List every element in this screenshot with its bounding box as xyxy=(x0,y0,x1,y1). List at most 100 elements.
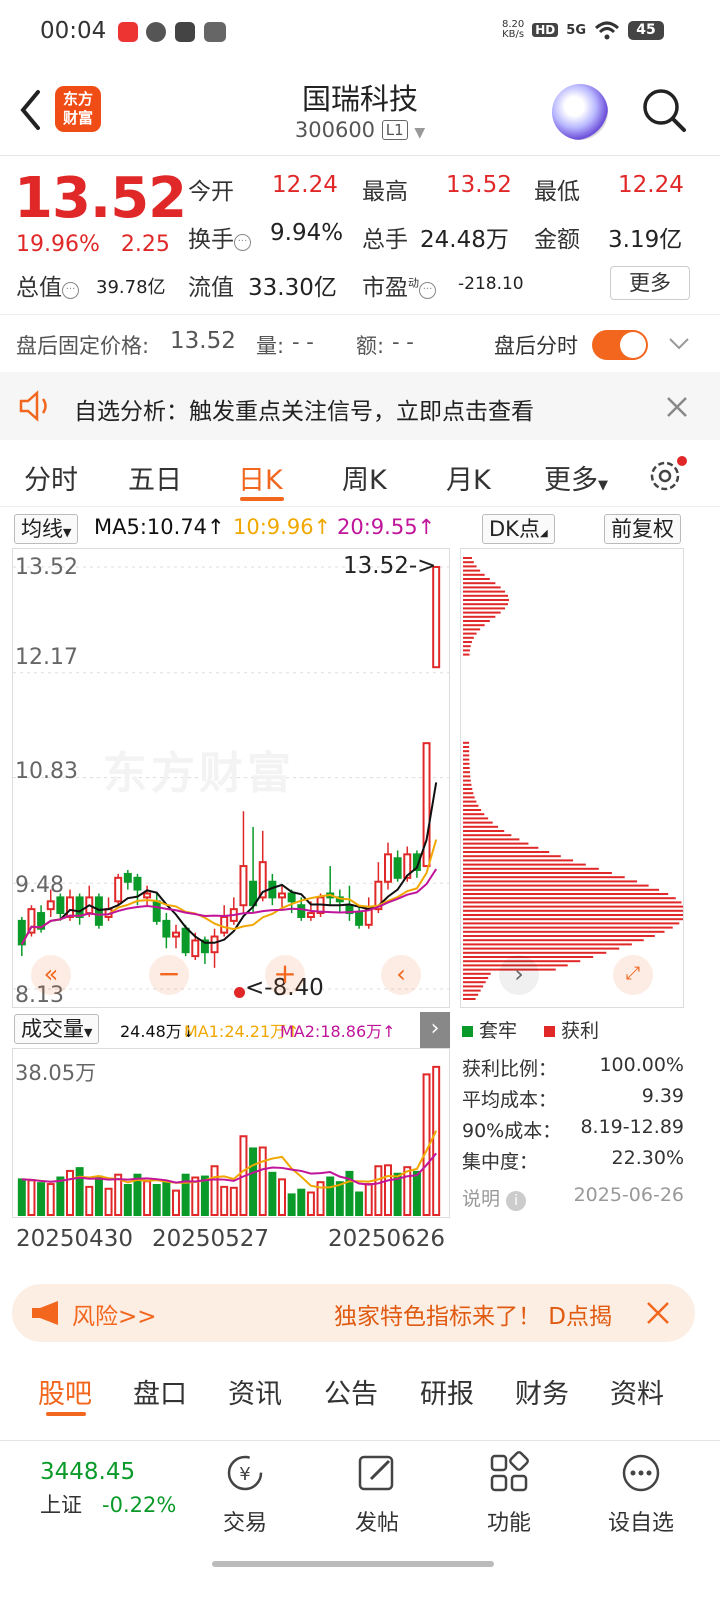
volume-bar xyxy=(17,1178,26,1216)
zoom-out-icon[interactable]: − xyxy=(149,955,189,995)
candle-body xyxy=(46,900,55,911)
volume-bar xyxy=(326,1176,335,1216)
chip-bar xyxy=(463,855,561,858)
dk-point-button[interactable]: DK点◢ xyxy=(482,514,555,544)
chip-bar xyxy=(463,914,683,916)
app-notification-icon xyxy=(118,22,138,42)
more-button[interactable]: 更多 xyxy=(610,266,690,300)
next-icon[interactable]: › xyxy=(499,955,539,995)
after-hours-vol: - - xyxy=(292,330,314,354)
volume-bar xyxy=(104,1187,113,1216)
volume-chart[interactable]: 38.05万 xyxy=(12,1048,450,1218)
divider xyxy=(0,506,720,507)
price-change: 19.96% 2.25 xyxy=(16,232,170,257)
candle-body xyxy=(355,912,364,926)
chip-bar xyxy=(463,888,660,891)
volume-bar xyxy=(412,1170,421,1216)
chip-bar xyxy=(463,972,491,975)
tab-announcements[interactable]: 公告 xyxy=(324,1372,378,1411)
chip-bar xyxy=(463,796,475,799)
candle-body xyxy=(66,896,74,918)
grid-icon xyxy=(490,1451,529,1492)
watermark: 东方财富 xyxy=(103,748,295,799)
battery-icon: 45 xyxy=(628,20,664,40)
tab-daily-k[interactable]: 日K xyxy=(238,458,283,497)
chip-bar xyxy=(463,939,644,942)
ma10-value: 10:9.96↑ xyxy=(233,515,332,539)
candle-body xyxy=(191,939,200,958)
nav-trade[interactable]: ¥ 交易 xyxy=(190,1451,300,1537)
expand-indicator-icon[interactable]: › xyxy=(420,1012,450,1048)
chip-bar xyxy=(463,762,470,765)
cost-note-row[interactable]: 说明 i 2025-06-26 xyxy=(462,1184,684,1211)
nav-functions[interactable]: 功能 xyxy=(454,1451,564,1537)
candle-body xyxy=(152,900,161,922)
close-icon[interactable] xyxy=(646,1301,670,1325)
after-hours-price: 13.52 xyxy=(170,328,236,354)
volume-bar xyxy=(306,1191,315,1216)
expand-icon[interactable]: ⤢ xyxy=(613,955,653,995)
chip-bar xyxy=(463,746,470,748)
candle-body xyxy=(133,876,142,891)
chip-bar xyxy=(463,750,470,753)
risk-link[interactable]: 风险>> xyxy=(72,1297,157,1331)
alert-banner[interactable]: 自选分析：触发重点关注信号，立即点击查看 xyxy=(0,372,720,440)
tab-more[interactable]: 更多▼ xyxy=(544,458,608,497)
tab-finance[interactable]: 财务 xyxy=(515,1372,569,1411)
risk-banner[interactable]: 风险>> 独家特色指标来了！ D点揭 xyxy=(12,1284,695,1342)
gear-icon[interactable] xyxy=(646,455,688,497)
info-icon[interactable]: ··· xyxy=(419,282,436,299)
chip-bar xyxy=(463,884,649,887)
candle-body xyxy=(172,931,180,938)
indicator-select[interactable]: 成交量▼ xyxy=(14,1014,100,1044)
bottom-nav: 3448.45 上证 -0.22% ¥ 交易 发帖 功能 设自选 xyxy=(0,1440,720,1600)
cost-row: 平均成本： 9.39 xyxy=(462,1085,684,1111)
volume-bar xyxy=(210,1165,219,1216)
ma-select[interactable]: 均线▼ xyxy=(14,514,79,544)
assistant-avatar[interactable] xyxy=(552,84,608,140)
chevron-down-icon[interactable] xyxy=(668,336,690,352)
chip-bar xyxy=(463,918,683,921)
adjust-button[interactable]: 前复权 xyxy=(604,514,681,544)
stock-code-row[interactable]: 300600 L1 ▼ xyxy=(0,118,720,142)
volume-bar xyxy=(220,1185,229,1216)
nav-add-watchlist[interactable]: 设自选 xyxy=(586,1451,696,1537)
tab-profile[interactable]: 资料 xyxy=(610,1372,664,1411)
tab-weekly-k[interactable]: 周K xyxy=(342,458,387,497)
kline-chart[interactable]: 东方财富 13.52 12.17 10.83 9.48 8.13 13.52->… xyxy=(12,548,450,1008)
volume-bar xyxy=(85,1185,94,1216)
rewind-icon[interactable]: « xyxy=(31,955,71,995)
tab-intraday[interactable]: 分时 xyxy=(24,458,78,497)
nav-post[interactable]: 发帖 xyxy=(322,1451,432,1537)
search-icon[interactable] xyxy=(640,86,688,134)
tab-guba[interactable]: 股吧 xyxy=(38,1372,92,1411)
prev-icon[interactable]: ‹ xyxy=(381,955,421,995)
chip-bar xyxy=(463,645,471,648)
mcap-label: 总值 ··· xyxy=(16,268,79,302)
chip-bar xyxy=(463,620,490,622)
net-speed: 8.20 KB/s xyxy=(502,19,525,40)
turnover-label: 换手 ··· xyxy=(188,220,251,254)
tab-handicap[interactable]: 盘口 xyxy=(133,1372,187,1411)
date-axis: 20250430 20250527 20250626 xyxy=(12,1218,450,1268)
info-icon[interactable]: ··· xyxy=(62,282,79,299)
zoom-in-icon[interactable]: + xyxy=(265,955,305,995)
close-icon[interactable] xyxy=(666,396,688,418)
tab-news[interactable]: 资讯 xyxy=(228,1372,282,1411)
info-icon[interactable]: ··· xyxy=(234,234,251,251)
chip-bar xyxy=(463,817,489,820)
chip-bar xyxy=(463,573,485,576)
index-widget[interactable]: 3448.45 上证 -0.22% xyxy=(40,1459,176,1519)
after-hours-toggle[interactable] xyxy=(592,330,648,360)
tab-monthly-k[interactable]: 月K xyxy=(446,458,491,497)
tab-five-day[interactable]: 五日 xyxy=(128,458,182,497)
candle-body xyxy=(278,892,286,899)
candle-body xyxy=(306,912,315,918)
candle-body xyxy=(249,880,258,907)
active-tab-indicator xyxy=(46,1412,86,1416)
volume-bar xyxy=(94,1175,103,1216)
active-tab-indicator xyxy=(240,497,284,501)
tab-research[interactable]: 研报 xyxy=(420,1372,474,1411)
chip-bar xyxy=(463,754,470,757)
chip-distribution-chart[interactable]: › ⤢ xyxy=(460,548,684,1008)
